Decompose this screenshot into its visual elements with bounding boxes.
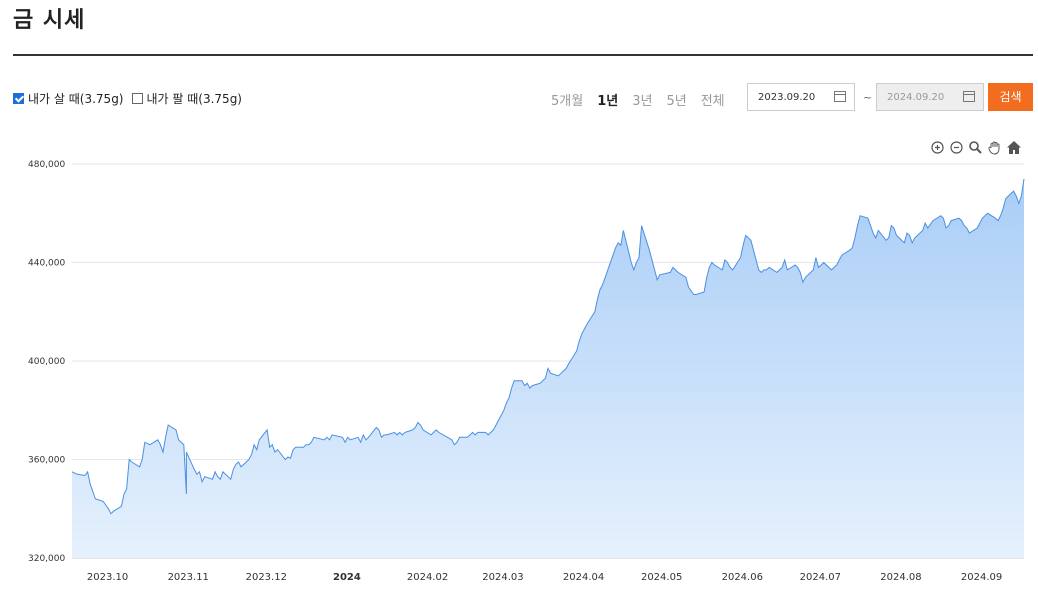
y-tick-label: 360,000 (28, 456, 65, 466)
x-tick-label: 2024.03 (482, 572, 523, 583)
x-tick-label: 2024.07 (800, 572, 841, 583)
end-date-input[interactable]: 2024.09.20 (876, 83, 984, 111)
title-divider (13, 54, 1033, 56)
end-date-value: 2024.09.20 (887, 92, 945, 103)
period-tab-all[interactable]: 전체 (701, 90, 725, 109)
x-tick-label: 2024.06 (722, 572, 763, 583)
buy-checkbox[interactable] (13, 93, 24, 104)
y-tick-label: 440,000 (28, 259, 65, 269)
search-button[interactable]: 검색 (988, 83, 1033, 111)
calendar-icon[interactable] (834, 91, 846, 102)
x-tick-label: 2024.09 (961, 572, 1002, 583)
period-tabs: 5개월 1년 3년 5년 전체 (551, 90, 725, 109)
x-tick-label: 2023.10 (87, 572, 128, 583)
date-range-separator: ~ (863, 91, 873, 104)
period-tab-1y[interactable]: 1년 (597, 90, 618, 109)
calendar-icon[interactable] (963, 91, 975, 102)
period-tab-5y[interactable]: 5년 (666, 90, 686, 109)
buy-label[interactable]: 내가 살 때(3.75g) (28, 90, 124, 107)
y-tick-label: 480,000 (28, 160, 65, 170)
y-tick-label: 320,000 (28, 554, 65, 564)
start-date-input[interactable]: 2023.09.20 (747, 83, 855, 111)
x-tick-label: 2024.04 (563, 572, 604, 583)
gold-price-chart: 320,000 360,000 400,000 440,000 480,000 2023… (28, 160, 1025, 583)
x-tick-label: 2023.11 (168, 572, 209, 583)
sell-label[interactable]: 내가 팔 때(3.75g) (147, 90, 243, 107)
x-tick-label: 2024.05 (641, 572, 682, 583)
x-tick-label: 2024.02 (407, 572, 448, 583)
page-title: 금 시세 (13, 8, 86, 33)
y-tick-label: 400,000 (28, 357, 65, 367)
x-tick-label: 2024 (333, 572, 361, 583)
period-tab-3y[interactable]: 3년 (632, 90, 652, 109)
y-axis-labels: 320,000 360,000 400,000 440,000 480,000 (28, 160, 65, 564)
period-tab-5m[interactable]: 5개월 (551, 90, 583, 109)
x-axis-labels: 2023.10 2023.11 2023.12 2024 2024.02 2024.03 2… (87, 572, 1002, 583)
x-tick-label: 2024.08 (880, 572, 921, 583)
start-date-value: 2023.09.20 (758, 92, 816, 103)
x-tick-label: 2023.12 (246, 572, 287, 583)
price-type-filters: 내가 살 때(3.75g) 내가 팔 때(3.75g) (13, 90, 242, 107)
sell-checkbox[interactable] (131, 93, 143, 104)
